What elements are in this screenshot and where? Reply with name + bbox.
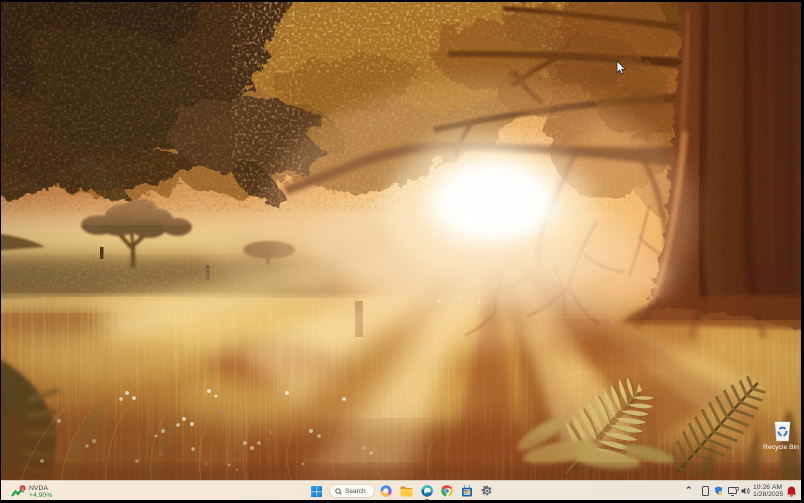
svg-text:2: 2 bbox=[21, 486, 24, 492]
svg-text:Recycle Bin: Recycle Bin bbox=[763, 444, 799, 451]
